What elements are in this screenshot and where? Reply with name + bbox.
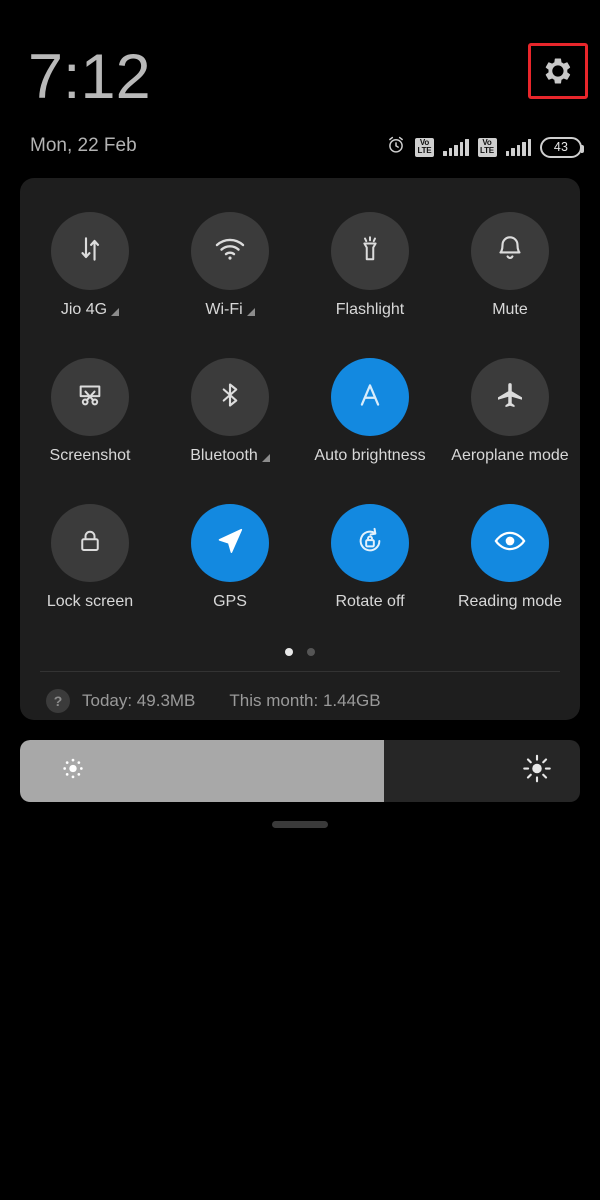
padlock-icon [75,526,105,561]
screenshot-icon [74,379,106,416]
qs-tile-reading-mode[interactable]: Reading mode [440,470,580,616]
bell-icon [494,233,526,270]
qs-tile-label-row: Rotate off [300,593,440,611]
quick-settings-tile-grid: Jio 4G Wi-Fi Flashlight Mute Screenshot … [20,178,580,616]
qs-tile-icon-wrap [331,212,409,290]
qs-tile-wifi[interactable]: Wi-Fi [160,178,300,324]
qs-tile-label: Jio 4G [60,301,108,318]
qs-tile-label-row: Reading mode [440,593,580,611]
volte-icon-sim1: Vo LTE [415,137,434,157]
qs-tile-label-row: Mute [440,301,580,319]
panel-pull-handle[interactable] [272,821,328,828]
battery-indicator: 43 [540,136,584,158]
rotation-lock-icon [353,524,387,563]
qs-tile-jio-4g[interactable]: Jio 4G [20,178,160,324]
qs-tile-label: GPS [213,593,247,610]
qs-tile-mute[interactable]: Mute [440,178,580,324]
data-usage-row[interactable]: ? Today: 49.3MB This month: 1.44GB [46,679,381,723]
aeroplane-icon [494,379,526,416]
qs-tile-label-row: Auto brightness [300,447,440,465]
qs-tile-label-row: Lock screen [20,593,160,611]
qs-tile-label: Wi-Fi [205,301,243,318]
qs-tile-label: Lock screen [46,593,134,610]
data-usage-today: Today: 49.3MB [82,691,196,710]
page-dot-2[interactable] [307,648,315,656]
page-dot-1[interactable] [285,648,293,656]
navigation-arrow-icon [213,524,247,563]
qs-tile-icon-wrap [191,504,269,582]
question-mark-icon[interactable]: ? [46,689,70,713]
status-date: Mon, 22 Feb [30,135,137,156]
chevron-expand-icon[interactable] [261,454,270,462]
qs-tile-label: Mute [492,301,528,318]
qs-tile-icon-wrap [471,504,549,582]
status-bar-icons: Vo LTE Vo LTE 43 [386,134,584,160]
quick-settings-page-indicator[interactable] [20,648,580,656]
qs-tile-label-row: Jio 4G [20,301,160,319]
sun-dim-icon [60,756,86,787]
qs-tile-icon-wrap [51,212,129,290]
wifi-icon [213,232,247,271]
qs-tile-lock-screen[interactable]: Lock screen [20,470,160,616]
qs-tile-bluetooth[interactable]: Bluetooth [160,324,300,470]
status-clock: 7:12 [28,42,151,112]
qs-tile-icon-wrap [191,212,269,290]
auto-brightness-icon [352,377,388,418]
bluetooth-icon [215,380,245,415]
battery-level-label: 43 [553,140,569,154]
sun-bright-icon [522,754,552,789]
signal-bars-sim2 [505,138,531,156]
qs-tile-label: Auto brightness [314,447,426,464]
alarm-clock-icon [386,135,406,160]
qs-tile-label: Flashlight [335,301,405,318]
qs-tile-icon-wrap [331,358,409,436]
signal-bars-sim1 [443,138,469,156]
qs-tile-icon-wrap [471,358,549,436]
qs-tile-label-row: Aeroplane mode [440,447,580,465]
qs-tile-auto-brightness[interactable]: Auto brightness [300,324,440,470]
qs-tile-label-row: Wi-Fi [160,301,300,319]
volte-icon-sim2: Vo LTE [477,137,497,157]
qs-tile-screenshot[interactable]: Screenshot [20,324,160,470]
qs-tile-rotate-off[interactable]: Rotate off [300,470,440,616]
qs-tile-aeroplane-mode[interactable]: Aeroplane mode [440,324,580,470]
qs-tile-label-row: GPS [160,593,300,611]
qs-tile-gps[interactable]: GPS [160,470,300,616]
android-quick-settings-shade: 7:12 Mon, 22 Feb Vo LTE Vo LTE 43 Jio 4G… [0,0,600,1200]
qs-tile-label-row: Screenshot [20,447,160,465]
flashlight-icon [355,234,385,269]
qs-tile-icon-wrap [51,504,129,582]
qs-tile-label: Bluetooth [190,447,258,464]
brightness-slider[interactable] [20,740,580,802]
qs-tile-label: Screenshot [49,447,131,464]
chevron-expand-icon[interactable] [111,308,120,316]
qs-tile-label: Reading mode [457,593,563,610]
settings-button[interactable] [528,43,588,99]
battery-nub [581,144,584,153]
qs-tile-label: Aeroplane mode [451,447,569,464]
qs-tile-icon-wrap [471,212,549,290]
qs-tile-icon-wrap [331,504,409,582]
gear-icon [543,56,573,86]
qs-tile-label-row: Bluetooth [160,447,300,465]
qs-tile-icon-wrap [51,358,129,436]
qs-tile-label-row: Flashlight [300,301,440,319]
qs-tile-label: Rotate off [335,593,405,610]
qs-tile-icon-wrap [191,358,269,436]
mobile-data-icon [74,233,106,270]
eye-icon [492,523,528,564]
qs-tile-flashlight[interactable]: Flashlight [300,178,440,324]
data-usage-month: This month: 1.44GB [229,691,381,710]
chevron-expand-icon[interactable] [246,308,255,316]
quick-settings-panel: Jio 4G Wi-Fi Flashlight Mute Screenshot … [20,178,580,720]
panel-divider [40,671,560,672]
